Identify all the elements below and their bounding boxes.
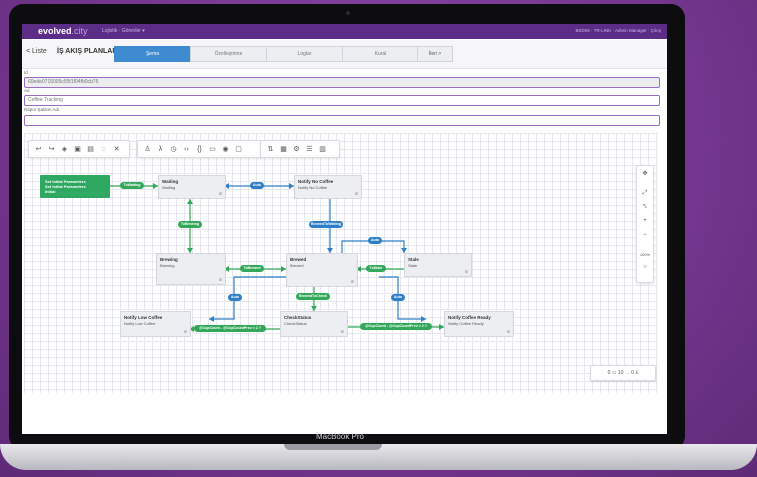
node-notify-low-coffee[interactable]: Notify Low Coffee Notify Low Coffee E xyxy=(120,311,191,337)
node-set-initial-parameters[interactable]: Set Initial Parameters Set Initial Param… xyxy=(40,175,110,198)
top-menu[interactable]: Lojistik · Görevler ▾ xyxy=(102,28,145,34)
transition-brewed-to-waiting[interactable]: BrewedToWaiting xyxy=(309,221,343,228)
node-subtitle: Brewed xyxy=(290,263,304,268)
transition-auto[interactable]: Auto xyxy=(368,237,382,244)
node-notify-coffee-ready[interactable]: Notify Coffee Ready Notify Coffee Ready … xyxy=(444,311,514,337)
top-bar: evolved.city Lojistik · Görevler ▾ BSD06… xyxy=(22,24,667,39)
node-brewing[interactable]: Brewing Brewing E xyxy=(156,253,226,285)
user-info[interactable]: BSD06 · TR-LINK · Admin Manager · Çıkış xyxy=(576,28,661,33)
transition-brewed-to-check[interactable]: BrewedToCheck xyxy=(296,293,330,300)
transition-cup-ready[interactable]: @CupCount - @CupCountPrev > 2 ? xyxy=(360,323,432,330)
node-subtitle: Notify No Coffee xyxy=(298,185,328,190)
node-subtitle: Brewing xyxy=(160,263,175,268)
node-title: Notify No Coffee xyxy=(298,179,334,184)
tab-logs[interactable]: Loglar xyxy=(266,46,343,62)
node-waiting[interactable]: Waiting Waiting E xyxy=(158,175,226,199)
node-title: CheckStatus xyxy=(284,315,312,320)
step-tabs: Şema Özelleştirme Loglar Kural xyxy=(114,46,419,62)
next-button[interactable]: İleri > xyxy=(417,46,453,62)
node-edit-icon[interactable]: E xyxy=(355,191,358,196)
node-edit-icon[interactable]: E xyxy=(219,277,222,282)
node-edit-icon[interactable]: E xyxy=(341,329,344,334)
tab-rules[interactable]: Kural xyxy=(342,46,419,62)
node-subtitle: Stale xyxy=(408,263,418,268)
node-title: Waiting xyxy=(162,179,179,184)
name-field[interactable]: Coffee Tracking xyxy=(24,95,660,106)
node-subtitle: Notify Low Coffee xyxy=(124,321,156,326)
node-subtitle: Notify Coffee Ready xyxy=(448,321,484,326)
node-stale[interactable]: Stale Stale E xyxy=(404,253,472,277)
node-brewed[interactable]: Brewed Brewed E xyxy=(286,253,358,287)
id-field[interactable]: 60ede0715005c55f1f04fb0cb76 xyxy=(24,77,660,88)
transition-to-stale[interactable]: ToStale xyxy=(366,265,386,272)
tab-customization[interactable]: Özelleştirme xyxy=(190,46,267,62)
workflow-canvas[interactable]: ↩ ↪ ◈ ▣ ▤ ◌ ✕ ♙ λ ◷ ‹› {} ▭ ◉ ▢ ⇅ ▦ ⚙ ☰ … xyxy=(24,133,658,393)
transition-auto[interactable]: Auto xyxy=(391,294,405,301)
report-template-label: Rapor Şablon Adı xyxy=(24,107,60,112)
node-edit-icon[interactable]: E xyxy=(184,329,187,334)
transition-to-brewing[interactable]: ToBrewing xyxy=(178,221,202,228)
name-label: Ad xyxy=(24,88,30,93)
tab-schema[interactable]: Şema xyxy=(114,46,191,62)
node-title: Notify Low Coffee xyxy=(124,315,163,320)
node-edit-icon[interactable]: E xyxy=(351,279,354,284)
laptop-notch xyxy=(284,444,382,450)
node-title: Brewing xyxy=(160,257,178,262)
transition-auto[interactable]: Auto xyxy=(228,294,242,301)
logo[interactable]: evolved.city xyxy=(38,26,88,36)
node-title: Stale xyxy=(408,257,419,262)
report-template-field[interactable] xyxy=(24,115,660,126)
node-type: Initial xyxy=(45,189,56,194)
app-screen: evolved.city Lojistik · Görevler ▾ BSD06… xyxy=(22,24,667,434)
transition-to-waiting[interactable]: ToWaiting xyxy=(120,182,144,189)
node-title: Brewed xyxy=(290,257,307,262)
node-edit-icon[interactable]: E xyxy=(465,269,468,274)
node-notify-no-coffee[interactable]: Notify No Coffee Notify No Coffee E xyxy=(294,175,362,199)
node-subtitle: Waiting xyxy=(162,185,176,190)
transition-auto[interactable]: Auto xyxy=(250,182,264,189)
node-edit-icon[interactable]: E xyxy=(507,329,510,334)
node-title: Notify Coffee Ready xyxy=(448,315,491,320)
camera-icon xyxy=(346,11,350,15)
back-to-list-button[interactable]: < Liste xyxy=(26,48,47,55)
node-check-status[interactable]: CheckStatus CheckStatus E xyxy=(280,311,348,337)
page-title: İŞ AKIŞ PLANLARI xyxy=(57,48,120,55)
transition-cup-low[interactable]: @CupCount - @CupCountPrev < 2 ? xyxy=(194,325,266,332)
toolbar: < Liste İŞ AKIŞ PLANLARI Şema Özelleştir… xyxy=(22,40,667,69)
id-label: Id xyxy=(24,70,28,75)
node-edit-icon[interactable]: E xyxy=(219,191,222,196)
node-subtitle: CheckStatus xyxy=(284,321,307,326)
transition-to-brewed[interactable]: ToBrewed xyxy=(240,265,264,272)
